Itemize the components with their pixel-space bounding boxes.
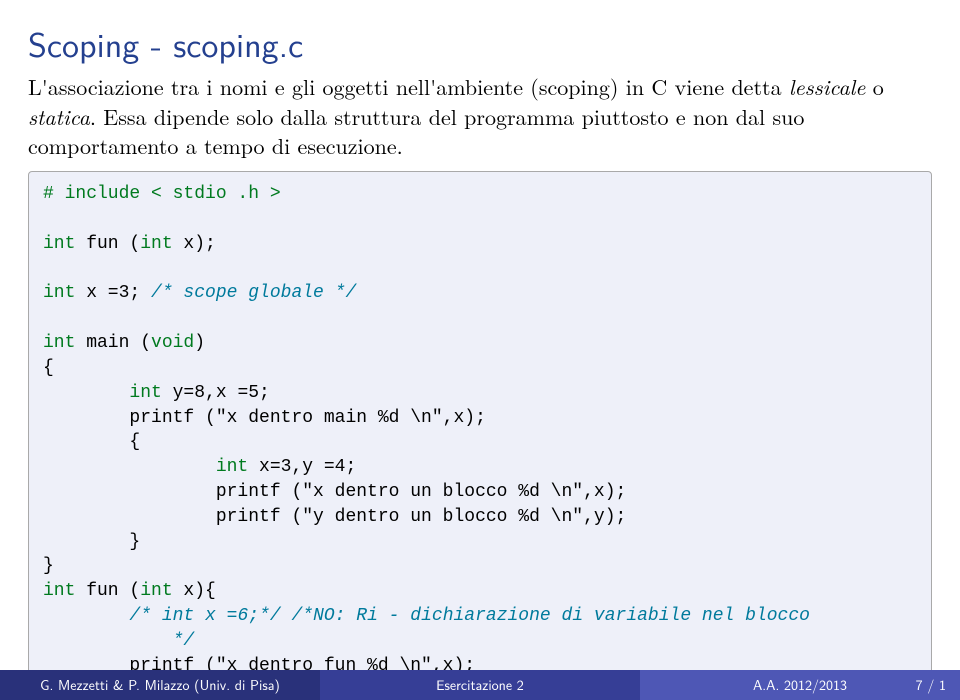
code-comment: /* int x =6;*/ [129, 606, 280, 626]
footer-page: 7 / 1 [916, 675, 946, 695]
footer-right: A.A. 2012/2013 7 / 1 [640, 670, 960, 700]
code-text: { [43, 432, 140, 452]
code-text [281, 606, 292, 626]
code-kw: int [43, 333, 75, 353]
code-text: printf ("x dentro un blocco %d \n",x); [43, 482, 626, 502]
code-text [43, 383, 129, 403]
code-kw: int [140, 234, 172, 254]
code-text: x){ [173, 581, 216, 601]
code-comment: */ [43, 631, 194, 651]
code-kw: int [43, 234, 75, 254]
para-emph: statica [28, 101, 90, 132]
code-text: } [43, 556, 54, 576]
footer-right-text: A.A. 2012/2013 [753, 675, 847, 695]
code-block: # include < stdio .h > int fun (int x); … [28, 171, 932, 700]
code-text: } [43, 532, 140, 552]
slide: Scoping - scoping.c L'associazione tra i… [0, 0, 960, 700]
code-comment: /* scope globale */ [151, 283, 356, 303]
code-kw: int [43, 283, 75, 303]
code-text: y=8,x =5; [162, 383, 270, 403]
code-text: { [43, 358, 54, 378]
footer: G. Mezzetti & P. Milazzo (Univ. di Pisa)… [0, 670, 960, 700]
code-kw: void [151, 333, 194, 353]
footer-center: Esercitazione 2 [320, 670, 640, 700]
code-text: printf ("y dentro un blocco %d \n",y); [43, 507, 626, 527]
code-kw: int [216, 457, 248, 477]
footer-left: G. Mezzetti & P. Milazzo (Univ. di Pisa) [0, 670, 320, 700]
slide-title: Scoping - scoping.c [0, 0, 960, 72]
code-line: # include < stdio .h > [43, 184, 281, 204]
code-text: ) [194, 333, 205, 353]
para-text: . Essa dipende solo dalla struttura del … [28, 101, 804, 162]
code-text: x =3; [75, 283, 151, 303]
code-text: x); [173, 234, 216, 254]
para-text: L'associazione tra i nomi e gli oggetti … [28, 71, 789, 102]
para-emph: lessicale [789, 71, 866, 102]
code-text: main ( [75, 333, 151, 353]
code-comment: /*NO: Ri - dichiarazione di variabile ne… [291, 606, 809, 626]
slide-body: L'associazione tra i nomi e gli oggetti … [0, 72, 960, 161]
code-text: printf ("x dentro main %d \n",x); [43, 408, 486, 428]
para-text: o [865, 71, 883, 102]
code-text [43, 606, 129, 626]
code-text [43, 457, 216, 477]
code-text: fun ( [75, 234, 140, 254]
code-kw: int [129, 383, 161, 403]
code-kw: int [140, 581, 172, 601]
code-kw: int [43, 581, 75, 601]
code-text: fun ( [75, 581, 140, 601]
code-text: x=3,y =4; [248, 457, 356, 477]
